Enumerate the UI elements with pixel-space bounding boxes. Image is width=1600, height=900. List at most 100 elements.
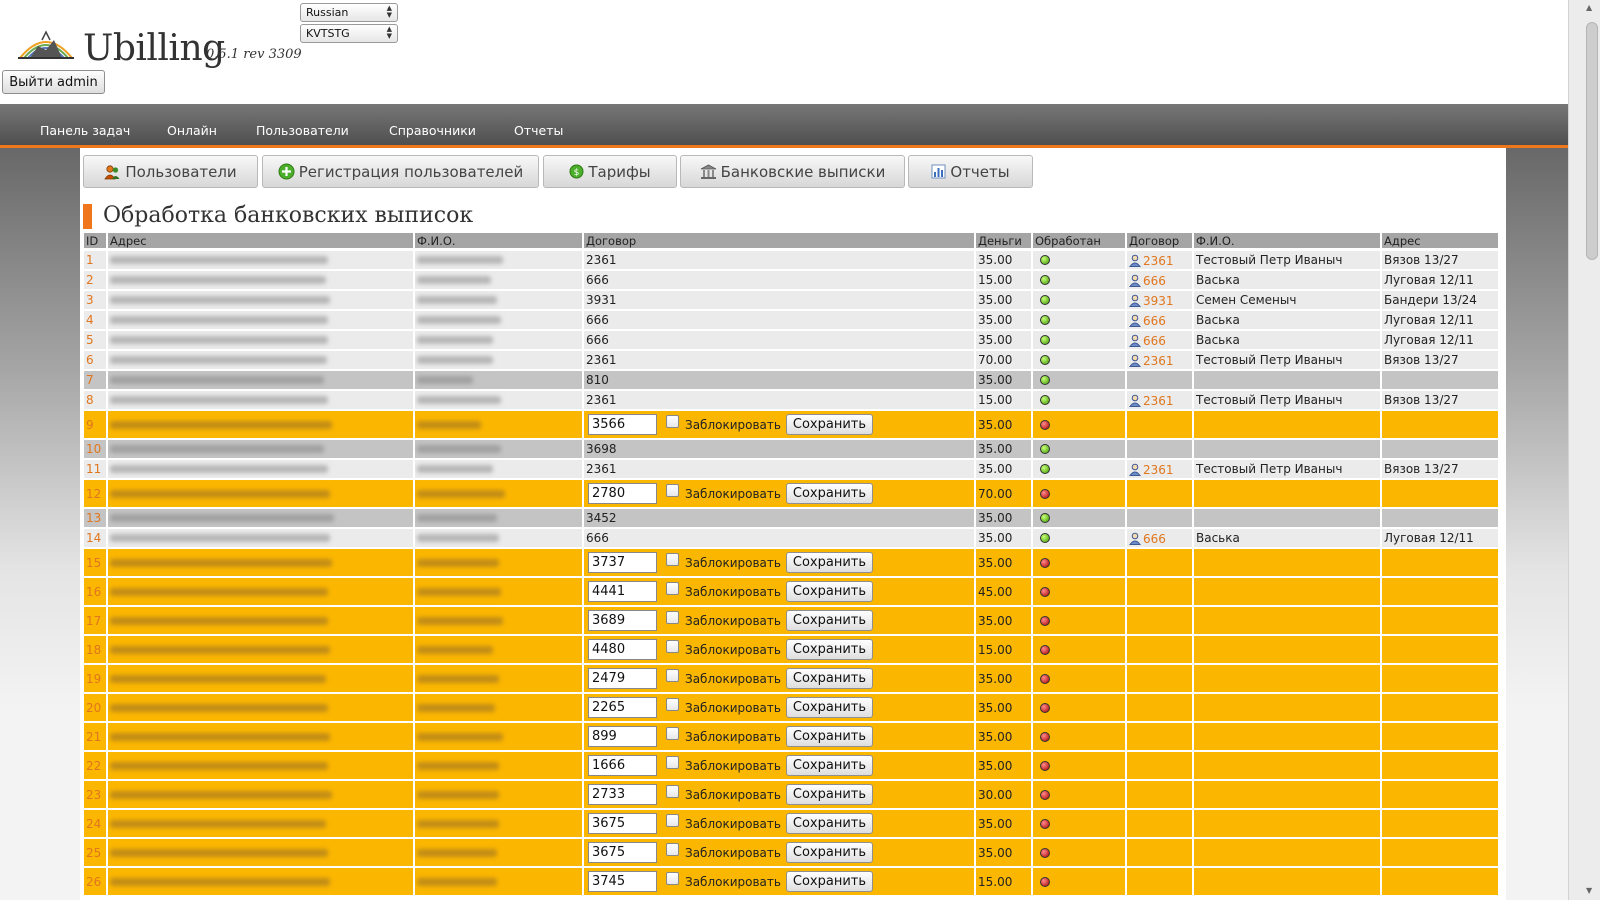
tab-user-registration[interactable]: Регистрация пользователей [262,155,539,188]
skin-select[interactable]: KVTSTG ▲ ▼ [300,24,398,43]
row-id-link[interactable]: 11 [86,462,101,476]
tab-reports[interactable]: Отчеты [908,155,1033,188]
contract-input[interactable]: 3675 [588,813,657,834]
contract-input[interactable]: 1666 [588,755,657,776]
scroll-up-icon[interactable]: ▲ [1586,3,1592,12]
nav-tasks[interactable]: Панель задач [40,123,130,138]
row-id-link[interactable]: 24 [86,817,101,831]
table-row: 9 3566 Заблокировать Сохранить 35.00 [84,411,1498,438]
save-button[interactable]: Сохранить [785,552,873,573]
row-id-link[interactable]: 18 [86,643,101,657]
block-checkbox[interactable] [666,785,679,798]
row-id-link[interactable]: 17 [86,614,101,628]
row-id-link[interactable]: 22 [86,759,101,773]
block-checkbox[interactable] [666,484,679,497]
user-contract-value: 666 [1143,532,1166,546]
block-checkbox[interactable] [666,727,679,740]
row-id-link[interactable]: 26 [86,875,101,889]
contract-input[interactable]: 3675 [588,842,657,863]
row-id-link[interactable]: 19 [86,672,101,686]
contract-input[interactable]: 3745 [588,871,657,892]
contract-input[interactable]: 2265 [588,697,657,718]
contract-input[interactable]: 2479 [588,668,657,689]
name-cell [415,723,582,750]
redacted-name [417,732,503,741]
save-button[interactable]: Сохранить [785,784,873,805]
row-id-link[interactable]: 6 [86,353,94,367]
row-id-link[interactable]: 23 [86,788,101,802]
contract-input[interactable]: 3689 [588,610,657,631]
row-id-link[interactable]: 10 [86,442,101,456]
scrollbar-thumb[interactable] [1586,22,1598,260]
row-id-link[interactable]: 14 [86,531,101,545]
scroll-down-icon[interactable]: ▼ [1586,886,1592,895]
nav-online[interactable]: Онлайн [167,123,217,138]
block-checkbox[interactable] [666,669,679,682]
save-button[interactable]: Сохранить [785,813,873,834]
user-profile-link[interactable]: 2361 [1129,353,1174,368]
block-checkbox[interactable] [666,698,679,711]
block-checkbox[interactable] [666,553,679,566]
save-button[interactable]: Сохранить [785,668,873,689]
money-cell: 35.00 [976,440,1031,458]
save-button[interactable]: Сохранить [785,414,873,435]
user-address-cell: Вязов 13/27 [1382,351,1498,369]
save-button[interactable]: Сохранить [785,726,873,747]
contract-input[interactable]: 4441 [588,581,657,602]
row-id-link[interactable]: 20 [86,701,101,715]
row-id-link[interactable]: 2 [86,273,94,287]
save-button[interactable]: Сохранить [785,639,873,660]
block-checkbox[interactable] [666,872,679,885]
contract-input[interactable]: 4480 [588,639,657,660]
row-id-link[interactable]: 8 [86,393,94,407]
tab-bank-statements[interactable]: Банковские выписки [680,155,905,188]
tab-users[interactable]: Пользователи [83,155,258,188]
row-id-link[interactable]: 15 [86,556,101,570]
nav-reports[interactable]: Отчеты [514,123,563,138]
save-button[interactable]: Сохранить [785,581,873,602]
row-id-link[interactable]: 9 [86,418,94,432]
nav-directories[interactable]: Справочники [389,123,476,138]
row-id-link[interactable]: 21 [86,730,101,744]
logout-button[interactable]: Выйти admin [2,70,105,94]
row-id-link[interactable]: 4 [86,313,94,327]
save-button[interactable]: Сохранить [785,483,873,504]
row-id-link[interactable]: 25 [86,846,101,860]
block-checkbox[interactable] [666,415,679,428]
user-profile-link[interactable]: 2361 [1129,253,1174,268]
contract-input[interactable]: 899 [588,726,657,747]
save-button[interactable]: Сохранить [785,755,873,776]
row-id-link[interactable]: 5 [86,333,94,347]
tab-tariffs[interactable]: $ Тарифы [543,155,677,188]
row-id-link[interactable]: 13 [86,511,101,525]
contract-input[interactable]: 3737 [588,552,657,573]
block-checkbox[interactable] [666,611,679,624]
block-checkbox[interactable] [666,814,679,827]
row-id-link[interactable]: 3 [86,293,94,307]
block-checkbox[interactable] [666,582,679,595]
row-id-link[interactable]: 1 [86,253,94,267]
contract-input[interactable]: 2780 [588,483,657,504]
nav-users[interactable]: Пользователи [256,123,349,138]
save-button[interactable]: Сохранить [785,697,873,718]
save-button[interactable]: Сохранить [785,842,873,863]
row-id-link[interactable]: 7 [86,373,94,387]
row-id-link[interactable]: 12 [86,487,101,501]
user-profile-link[interactable]: 666 [1129,273,1166,288]
block-checkbox[interactable] [666,756,679,769]
language-select[interactable]: Russian ▲ ▼ [300,3,398,22]
user-profile-link[interactable]: 666 [1129,313,1166,328]
user-profile-link[interactable]: 2361 [1129,462,1174,477]
user-profile-link[interactable]: 666 [1129,531,1166,546]
contract-input[interactable]: 3566 [588,414,657,435]
save-button[interactable]: Сохранить [785,871,873,892]
user-profile-link[interactable]: 3931 [1129,293,1174,308]
save-button[interactable]: Сохранить [785,610,873,631]
column-header-address: Адрес [108,233,413,248]
user-profile-link[interactable]: 2361 [1129,393,1174,408]
block-checkbox[interactable] [666,640,679,653]
contract-input[interactable]: 2733 [588,784,657,805]
row-id-link[interactable]: 16 [86,585,101,599]
block-checkbox[interactable] [666,843,679,856]
user-profile-link[interactable]: 666 [1129,333,1166,348]
